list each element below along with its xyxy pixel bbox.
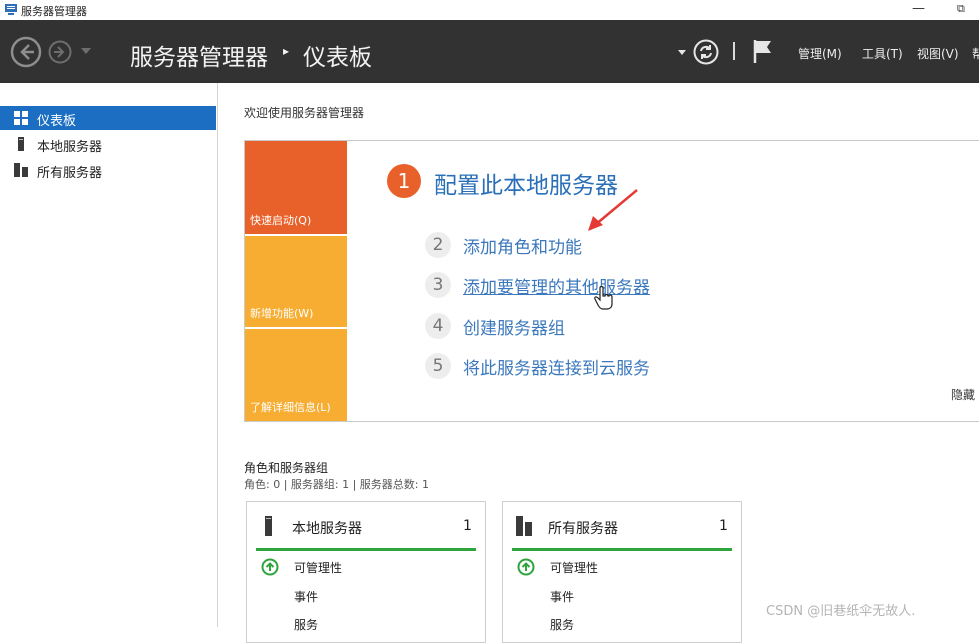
tile-quick-start[interactable]: 快速启动(Q) [245,141,347,234]
sidebar-item-local-server[interactable]: 本地服务器 [0,132,216,156]
annotation-arrow-icon [588,189,638,231]
notifications-flag-icon[interactable] [752,38,774,64]
sidebar-item-label: 所有服务器 [37,166,103,181]
step-3-number: 3 [425,272,451,298]
connect-cloud-link[interactable]: 将此服务器连接到云服务 [463,354,650,379]
tile-label: 新增功能(W) [250,307,314,320]
card-count: 1 [463,518,472,534]
sidebar-item-label: 仪表板 [37,114,77,129]
servers-icon [14,163,28,177]
status-bar [256,548,476,551]
app-header: 服务器管理器 ▸ 仪表板 管理(M) 工具(T) 视图(V) 帮 [0,20,979,83]
menu-tools[interactable]: 工具(T) [862,45,903,62]
roles-section-title: 角色和服务器组 [244,461,329,475]
maximize-button[interactable]: ⧉ [957,2,965,16]
sidebar: 仪表板 本地服务器 所有服务器 [0,83,218,627]
card-count: 1 [719,518,728,534]
status-bar [512,548,732,551]
step-5-number: 5 [425,353,451,379]
tile-learn-more[interactable]: 了解详细信息(L) [245,329,347,421]
card-row-services[interactable]: 服务 [294,616,318,633]
tile-whats-new[interactable]: 新增功能(W) [245,236,347,327]
welcome-heading: 欢迎使用服务器管理器 [244,106,365,120]
card-row-services[interactable]: 服务 [550,616,574,633]
card-row-events[interactable]: 事件 [550,588,574,605]
step-1-number: 1 [387,164,421,198]
card-title: 本地服务器 [292,521,362,537]
status-ok-icon [517,558,535,576]
chevron-down-icon[interactable] [678,50,686,55]
sidebar-item-label: 本地服务器 [37,140,103,155]
back-arrow-icon[interactable] [10,36,42,68]
tile-label: 了解详细信息(L) [250,401,331,414]
header-divider [733,42,735,60]
roles-summary: 角色: 0 | 服务器组: 1 | 服务器总数: 1 [244,478,430,491]
hide-link[interactable]: 隐藏 [951,386,975,403]
menu-manage[interactable]: 管理(M) [798,45,842,62]
window-titlebar: 服务器管理器 — ⧉ [0,0,979,20]
card-title: 所有服务器 [548,521,618,537]
refresh-icon[interactable] [693,39,719,65]
status-ok-icon [261,558,279,576]
page-title: 仪表板 [303,45,372,71]
card-row-events[interactable]: 事件 [294,588,318,605]
server-manager-app-icon [5,4,17,15]
breadcrumb-root[interactable]: 服务器管理器 [130,38,268,72]
forward-arrow-icon[interactable] [48,40,72,64]
history-dropdown-icon[interactable] [80,46,92,56]
watermark: CSDN @旧巷纸伞无故人. [766,604,916,619]
step-2-number: 2 [425,232,451,258]
tile-label: 快速启动(Q) [250,214,312,227]
card-row-manageability[interactable]: 可管理性 [550,559,598,576]
hand-cursor-icon [594,286,613,310]
dashboard-icon [14,111,28,125]
step-4-number: 4 [425,313,451,339]
add-other-servers-link[interactable]: 添加要管理的其他服务器 [463,273,650,298]
server-icon [265,516,272,536]
add-roles-features-link[interactable]: 添加角色和功能 [463,233,582,258]
window-title: 服务器管理器 [21,5,87,18]
card-all-servers[interactable]: 所有服务器 1 可管理性 事件 服务 [502,501,742,643]
menu-help[interactable]: 帮 [972,45,979,62]
server-icon [18,137,24,151]
welcome-panel: 快速启动(Q) 新增功能(W) 了解详细信息(L) 1 配置此本地服务器 2 添… [244,140,979,422]
sidebar-item-dashboard[interactable]: 仪表板 [0,106,216,130]
create-server-group-link[interactable]: 创建服务器组 [463,314,565,339]
servers-icon [516,516,532,536]
minimize-button[interactable]: — [912,1,925,16]
menu-view[interactable]: 视图(V) [917,45,959,62]
card-row-manageability[interactable]: 可管理性 [294,559,342,576]
sidebar-item-all-servers[interactable]: 所有服务器 [0,158,216,182]
breadcrumb-separator: ▸ [283,44,290,58]
card-local-server[interactable]: 本地服务器 1 可管理性 事件 服务 [246,501,486,643]
